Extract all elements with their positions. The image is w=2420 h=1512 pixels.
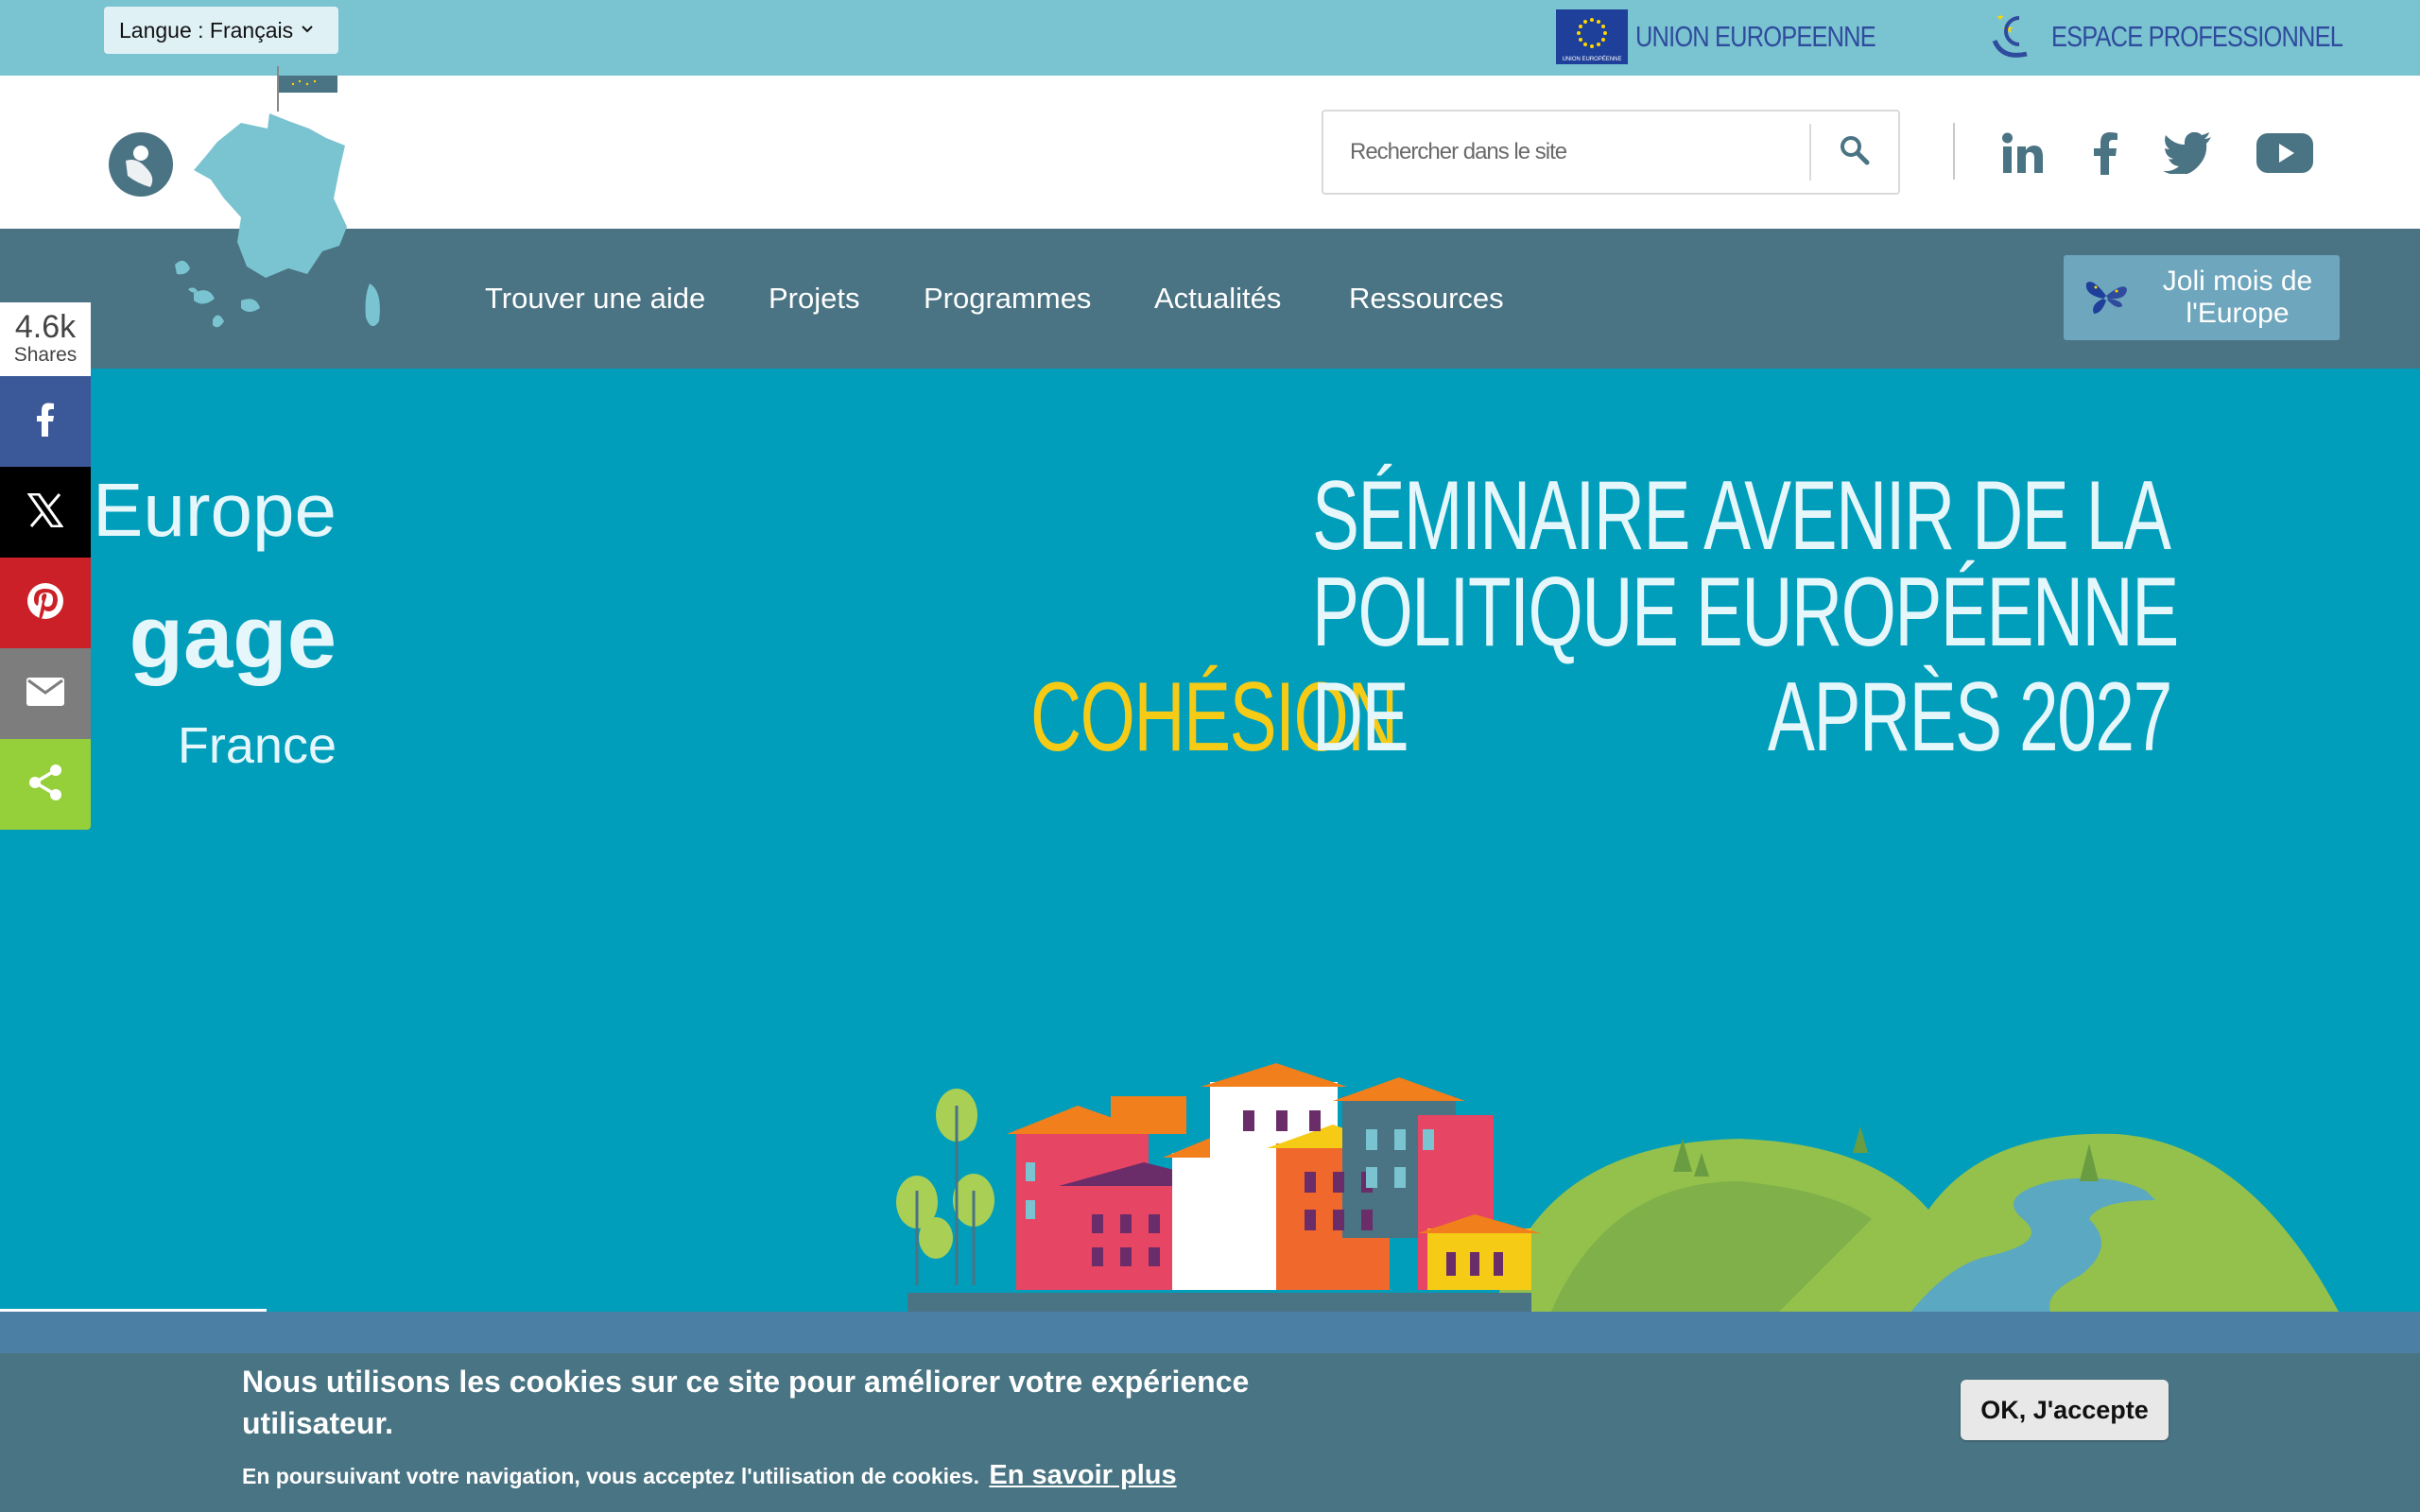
pro-label: ESPACE PROFESSIONNEL	[2051, 20, 2343, 53]
cookie-text-row: En poursuivant votre navigation, vous ac…	[242, 1460, 1177, 1491]
share-email-button[interactable]	[0, 648, 91, 739]
linkedin-icon[interactable]	[1996, 123, 2049, 183]
nav-item-ressources[interactable]: Ressources	[1349, 229, 1504, 369]
share-count-label: Shares	[13, 344, 78, 366]
social-separator	[1953, 123, 1955, 180]
cookie-accept-button[interactable]: OK, J'accepte	[1961, 1380, 2169, 1440]
hero-title-line1: SÉMINAIRE AVENIR DE LA	[1312, 461, 2171, 571]
share-pinterest-button[interactable]	[0, 558, 91, 648]
share-icon	[27, 764, 63, 806]
search-icon	[1838, 133, 1872, 172]
nav-item-programmes[interactable]: Programmes	[924, 229, 1091, 369]
cookie-text: En poursuivant votre navigation, vous ac…	[242, 1464, 979, 1488]
youtube-icon[interactable]	[2254, 123, 2316, 183]
hero-title-apres: APRÈS 2027	[1768, 662, 2172, 772]
nav-item-actualites[interactable]: Actualités	[1154, 229, 1281, 369]
cookie-more-link[interactable]: En savoir plus	[989, 1460, 1176, 1490]
joli-mois-label: Joli mois de l'Europe	[2162, 266, 2313, 329]
share-x-button[interactable]	[0, 467, 91, 558]
facebook-icon	[36, 403, 55, 441]
hero-left-slogan: l’Europe gage France	[91, 454, 355, 794]
slider-progress-line	[0, 1309, 267, 1312]
share-facebook-button[interactable]	[0, 376, 91, 467]
butterfly-icon	[2083, 272, 2130, 324]
share-count: 4.6k Shares	[0, 302, 91, 376]
hero-bottom-strip	[0, 1312, 2420, 1353]
hero-left-line-gage: gage	[129, 587, 337, 686]
share-count-number: 4.6k	[14, 309, 77, 345]
language-select[interactable]: Langue : Français	[104, 7, 338, 54]
search-box	[1322, 110, 1900, 195]
nav-item-projets[interactable]: Projets	[769, 229, 859, 369]
eu-stars-icon	[1985, 7, 2042, 68]
search-button[interactable]	[1811, 112, 1898, 193]
hero-village-illustration	[889, 1040, 2363, 1314]
hero-left-line-france: France	[177, 717, 337, 774]
hero-title-de: DE	[1312, 662, 1409, 772]
language-label: Langue : Français	[119, 17, 294, 43]
twitter-icon[interactable]	[2161, 123, 2214, 183]
chevron-down-icon	[301, 22, 314, 39]
eu-link[interactable]: UNION EUROPÉENNE UNION EUROPEENNE	[1556, 8, 1928, 66]
eu-label: UNION EUROPEENNE	[1635, 20, 1876, 53]
search-input[interactable]	[1323, 112, 1809, 193]
hero-left-line-europe: l’Europe	[91, 468, 337, 552]
nav-item-trouver-une-aide[interactable]: Trouver une aide	[485, 229, 705, 369]
x-icon	[26, 492, 64, 532]
joli-mois-europe-button[interactable]: Joli mois de l'Europe	[2064, 255, 2340, 340]
professional-space-link[interactable]: ESPACE PROFESSIONNEL	[1985, 8, 2407, 66]
hero-title-line2: POLITIQUE EUROPÉENNE	[1312, 558, 2179, 667]
facebook-icon[interactable]	[2083, 123, 2127, 183]
cookie-title: Nous utilisons les cookies sur ce site p…	[242, 1365, 1250, 1440]
hero-title: SÉMINAIRE AVENIR DE LA POLITIQUE EUROPÉE…	[1312, 461, 2179, 667]
site-logo[interactable]	[99, 66, 402, 350]
eu-flag-caption: UNION EUROPÉENNE	[1562, 56, 1621, 62]
email-icon	[26, 677, 65, 712]
eu-flag-icon: UNION EUROPÉENNE	[1556, 9, 1628, 64]
pinterest-icon	[26, 582, 64, 625]
share-more-button[interactable]	[0, 739, 91, 830]
